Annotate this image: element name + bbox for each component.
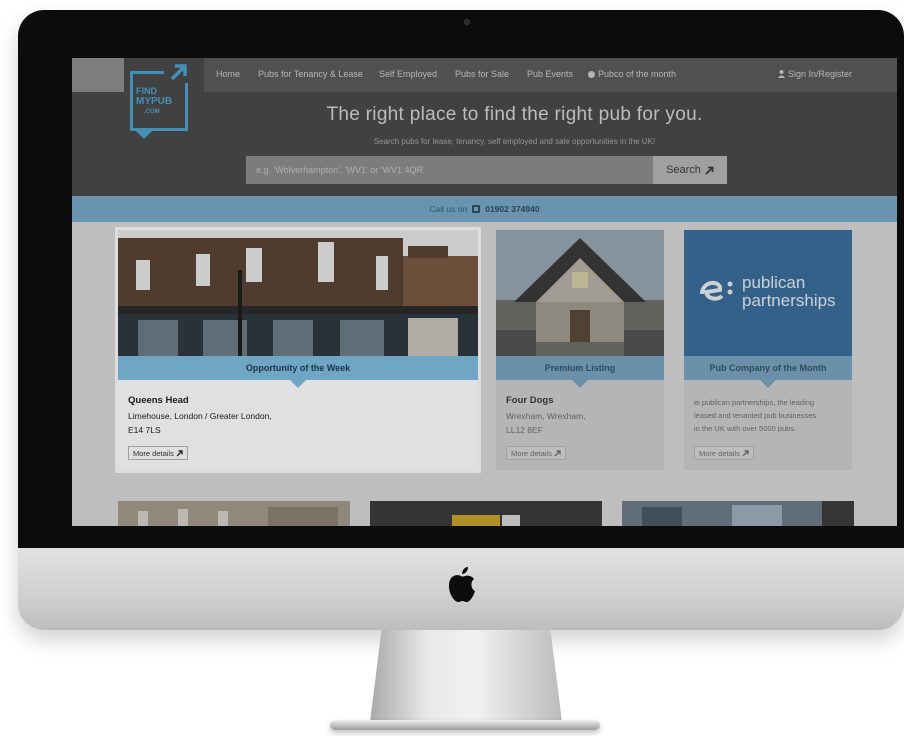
screen-bezel: Home Pubs for Tenancy & Lease Self Emplo… xyxy=(18,10,904,548)
banner-pointer xyxy=(760,380,776,388)
call-us-label: Call us on xyxy=(429,204,468,214)
four-dogs-photo xyxy=(496,230,664,356)
premium-listing-card[interactable]: Premium Listing Four Dogs Wrexham, Wrexh… xyxy=(496,230,664,470)
more-details-label: More details xyxy=(133,448,174,458)
pub-building-image xyxy=(118,230,478,356)
banner-pointer xyxy=(290,380,306,388)
pub-name[interactable]: Queens Head xyxy=(128,395,189,406)
queens-head-photo xyxy=(118,230,478,356)
search-button[interactable]: Search xyxy=(653,156,727,184)
nav-sign-in-label: Sign In/Register xyxy=(788,69,853,79)
card-banner: Premium Listing xyxy=(496,356,664,380)
nav-pubs-for-sale[interactable]: Pubs for Sale xyxy=(455,69,509,79)
more-details-button[interactable]: More details xyxy=(128,446,188,460)
camera-icon xyxy=(464,19,470,25)
stand-base xyxy=(330,720,600,730)
hero-subtitle: Search pubs for lease, tenancy, self emp… xyxy=(373,137,656,146)
pub-postcode: E14 7LS xyxy=(128,425,161,435)
listing-thumbnail[interactable] xyxy=(118,501,350,526)
nav-pubco-of-the-month[interactable]: Pubco of the month xyxy=(588,69,676,79)
search-placeholder: e.g. 'Wolverhampton', 'WV1' or 'WV1 4QR' xyxy=(256,165,425,175)
user-icon xyxy=(778,70,785,78)
pub-location: Wrexham, Wrexham, xyxy=(506,411,586,421)
banner-pointer xyxy=(572,380,588,388)
arrow-up-right-icon xyxy=(176,449,183,456)
nav-left-block xyxy=(72,58,124,92)
imac-monitor: Home Pubs for Tenancy & Lease Self Emplo… xyxy=(18,10,904,630)
nav-home[interactable]: Home xyxy=(216,69,240,79)
nav-self-employed[interactable]: Self Employed xyxy=(379,69,437,79)
company-description-line-2: leased and tenanted pub businesses xyxy=(694,411,817,420)
building-thumbnail-image xyxy=(118,501,350,526)
more-details-label: More details xyxy=(511,448,552,458)
pub-postcode: LL12 8EF xyxy=(506,425,543,435)
nav-pubco-label: Pubco of the month xyxy=(598,69,677,79)
publican-partnerships-logo: publican partnerships xyxy=(684,230,852,356)
arrow-up-right-icon xyxy=(742,449,749,456)
listing-thumbnail[interactable] xyxy=(370,501,602,526)
company-description-line-1: ei publican partnerships, the leading xyxy=(694,398,815,407)
pub-name[interactable]: Four Dogs xyxy=(506,395,554,406)
arrow-up-right-icon xyxy=(705,166,714,175)
phone-icon xyxy=(472,205,481,213)
card-banner: Opportunity of the Week xyxy=(118,356,478,380)
apple-logo-icon xyxy=(449,567,475,602)
pub-building-image xyxy=(496,230,664,356)
hero-section: Home Pubs for Tenancy & Lease Self Emplo… xyxy=(72,58,897,196)
opportunity-card[interactable]: Opportunity of the Week Queens Head Lime… xyxy=(118,230,478,470)
company-logo-panel: publican partnerships xyxy=(684,230,852,356)
interior-thumbnail-image xyxy=(622,501,854,526)
location-search-input[interactable]: e.g. 'Wolverhampton', 'WV1' or 'WV1 4QR' xyxy=(246,156,653,184)
site-logo[interactable]: FIND MYPUB .COM xyxy=(124,58,204,146)
company-logo-line-2: partnerships xyxy=(742,291,836,310)
nav-sign-in[interactable]: Sign In/Register xyxy=(778,69,852,79)
call-us-bar: Call us on 01902 374940 xyxy=(72,196,897,222)
more-details-button[interactable]: More details xyxy=(506,446,566,460)
search-button-label: Search xyxy=(666,164,701,176)
monitor-chin xyxy=(18,548,904,630)
ei-logo-icon xyxy=(700,281,733,301)
pub-location: Limehouse, London / Greater London, xyxy=(128,411,272,421)
company-description-line-3: in the UK with over 5000 pubs. xyxy=(694,424,797,433)
arrow-up-right-icon xyxy=(554,449,561,456)
listing-thumbnail[interactable] xyxy=(622,501,854,526)
hero-title: The right place to find the right pub fo… xyxy=(326,104,703,125)
nav-tenancy-lease[interactable]: Pubs for Tenancy & Lease xyxy=(258,69,363,79)
logo-thumbnail-image xyxy=(370,501,602,526)
star-badge-icon xyxy=(588,70,595,78)
arrow-up-right-icon xyxy=(164,61,192,83)
pub-company-card[interactable]: publican partnerships Pub Company of the… xyxy=(684,230,852,470)
phone-number[interactable]: 01902 374940 xyxy=(485,204,539,214)
nav-pub-events[interactable]: Pub Events xyxy=(527,69,573,79)
card-banner: Pub Company of the Month xyxy=(684,356,852,380)
logo-line-1: FIND xyxy=(136,86,157,96)
website-screen: Home Pubs for Tenancy & Lease Self Emplo… xyxy=(72,58,897,526)
monitor-stand xyxy=(370,630,562,722)
company-logo-line-1: publican xyxy=(742,273,806,292)
more-details-button[interactable]: More details xyxy=(694,446,754,460)
more-details-label: More details xyxy=(699,448,740,458)
